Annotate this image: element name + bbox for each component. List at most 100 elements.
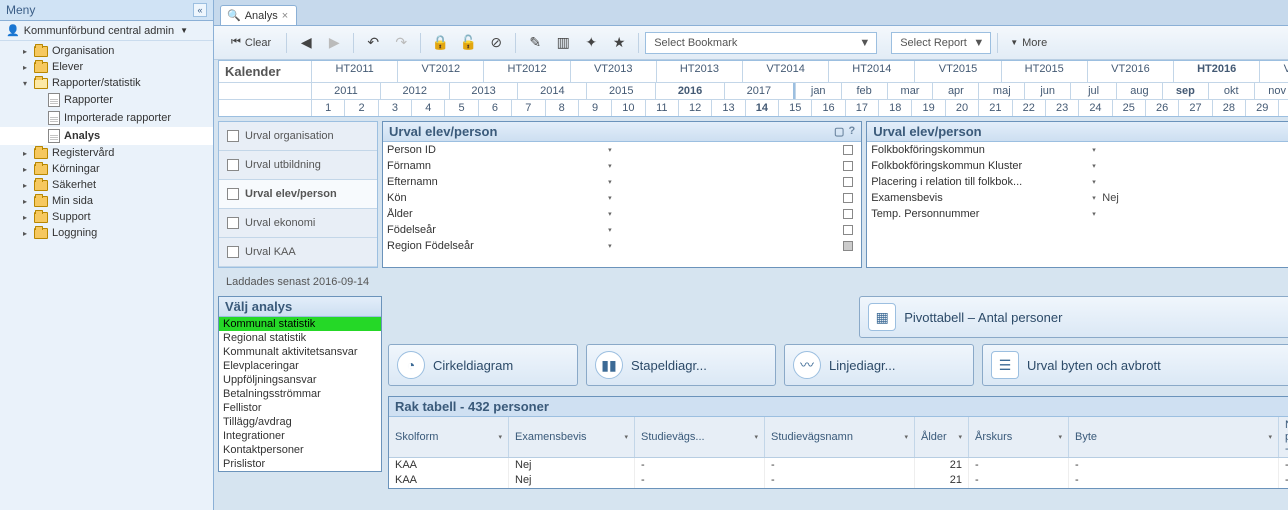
- urval-field-row[interactable]: Person ID▾: [383, 142, 861, 158]
- day-cell[interactable]: 20: [945, 100, 978, 116]
- year-cell[interactable]: 2017: [724, 83, 793, 99]
- pie-chart-button[interactable]: ◔ Cirkeldiagram: [388, 344, 578, 386]
- day-cell[interactable]: 28: [1212, 100, 1245, 116]
- table-header[interactable]: Nationellt program - e▾: [1279, 417, 1288, 457]
- analys-item[interactable]: Kommunalt aktivitetsansvar: [219, 345, 381, 359]
- sidebar-item-organisation[interactable]: ▸Organisation: [0, 43, 213, 59]
- day-cell[interactable]: 7: [511, 100, 544, 116]
- table-header[interactable]: Examensbevis▾: [509, 417, 635, 457]
- prev-button[interactable]: ◀: [293, 31, 319, 55]
- analys-item[interactable]: Integrationer: [219, 429, 381, 443]
- table-header[interactable]: Studievägsnamn▾: [765, 417, 915, 457]
- urval-category-button[interactable]: Urval elev/person: [219, 180, 377, 209]
- table-row[interactable]: KAANej--21---: [389, 473, 1288, 488]
- urval-field-row[interactable]: Placering i relation till folkbok...▾: [867, 174, 1288, 190]
- day-cell[interactable]: 25: [1112, 100, 1145, 116]
- checkbox[interactable]: [843, 225, 853, 235]
- sidebar-item-min-sida[interactable]: ▸Min sida: [0, 193, 213, 209]
- month-cell[interactable]: aug: [1116, 83, 1162, 99]
- urval-field-row[interactable]: Folkbokföringskommun Kluster▾: [867, 158, 1288, 174]
- urval-category-button[interactable]: Urval utbildning: [219, 151, 377, 180]
- day-cell[interactable]: 5: [444, 100, 477, 116]
- bar-chart-button[interactable]: ▮▮ Stapeldiagr...: [586, 344, 776, 386]
- month-cell[interactable]: mar: [887, 83, 933, 99]
- term-cell[interactable]: VT2013: [570, 61, 656, 82]
- more-button[interactable]: ▼ More: [1004, 37, 1053, 49]
- analys-item[interactable]: Tillägg/avdrag: [219, 415, 381, 429]
- day-cell[interactable]: 21: [978, 100, 1011, 116]
- urval-field-row[interactable]: Examensbevis▾Nej: [867, 190, 1288, 206]
- day-cell[interactable]: 18: [878, 100, 911, 116]
- day-cell[interactable]: 11: [645, 100, 678, 116]
- day-cell[interactable]: 15: [778, 100, 811, 116]
- sidebar-item-rapporter-statistik[interactable]: ▾Rapporter/statistik: [0, 75, 213, 91]
- day-cell[interactable]: 29: [1245, 100, 1278, 116]
- analys-item[interactable]: Prislistor: [219, 457, 381, 471]
- day-cell[interactable]: 2: [344, 100, 377, 116]
- day-cell[interactable]: 10: [611, 100, 644, 116]
- sidebar-item-support[interactable]: ▸Support: [0, 209, 213, 225]
- year-cell[interactable]: 2016: [655, 83, 724, 99]
- analys-item[interactable]: Fellistor: [219, 401, 381, 415]
- day-cell[interactable]: 17: [845, 100, 878, 116]
- admin-selector[interactable]: 👤 Kommunförbund central admin ▼: [0, 21, 213, 41]
- term-cell[interactable]: VT2012: [397, 61, 483, 82]
- month-cell[interactable]: jan: [795, 83, 841, 99]
- check-button[interactable]: ⊘: [483, 31, 509, 55]
- term-cell[interactable]: HT2016: [1173, 61, 1259, 82]
- close-icon[interactable]: ×: [282, 10, 288, 22]
- term-cell[interactable]: VT2014: [742, 61, 828, 82]
- sidebar-item-k-rningar[interactable]: ▸Körningar: [0, 161, 213, 177]
- day-cell[interactable]: 6: [478, 100, 511, 116]
- month-cell[interactable]: jun: [1024, 83, 1070, 99]
- urval-category-button[interactable]: Urval ekonomi: [219, 209, 377, 238]
- checkbox[interactable]: [843, 193, 853, 203]
- checkbox[interactable]: [843, 145, 853, 155]
- undo-button[interactable]: ↶: [360, 31, 386, 55]
- term-cell[interactable]: HT2012: [483, 61, 569, 82]
- sidebar-collapse-button[interactable]: «: [193, 3, 207, 17]
- urval-field-row[interactable]: Region Födelseår▾: [383, 238, 861, 254]
- urval-field-row[interactable]: Kön▾: [383, 190, 861, 206]
- urval-field-row[interactable]: Temp. Personnummer▾: [867, 206, 1288, 222]
- day-cell[interactable]: 3: [378, 100, 411, 116]
- year-cell[interactable]: 2014: [517, 83, 586, 99]
- year-cell[interactable]: 2015: [586, 83, 655, 99]
- bookmark-select[interactable]: Select Bookmark ▼: [645, 32, 877, 54]
- urval-field-row[interactable]: Folkbokföringskommun▾: [867, 142, 1288, 158]
- checkbox[interactable]: [843, 209, 853, 219]
- urval-byten-button[interactable]: ☰ Urval byten och avbrott: [982, 344, 1288, 386]
- pivot-button[interactable]: ▦ Pivottabell – Antal personer: [859, 296, 1288, 338]
- chart-button[interactable]: ▥: [550, 31, 576, 55]
- urval-category-button[interactable]: Urval KAA: [219, 238, 377, 267]
- day-cell[interactable]: 24: [1078, 100, 1111, 116]
- month-cell[interactable]: feb: [841, 83, 887, 99]
- term-cell[interactable]: VT2015: [914, 61, 1000, 82]
- day-cell[interactable]: 8: [545, 100, 578, 116]
- urval-field-row[interactable]: Förnamn▾: [383, 158, 861, 174]
- day-cell[interactable]: 14: [745, 100, 778, 116]
- day-cell[interactable]: 22: [1012, 100, 1045, 116]
- urval-category-button[interactable]: Urval organisation: [219, 122, 377, 151]
- table-header[interactable]: Studievägs...▾: [635, 417, 765, 457]
- month-cell[interactable]: apr: [932, 83, 978, 99]
- urval-field-row[interactable]: Födelseår▾: [383, 222, 861, 238]
- analys-item[interactable]: Betalningsströmmar: [219, 387, 381, 401]
- bookmark-button[interactable]: ★: [606, 31, 632, 55]
- urval-field-row[interactable]: Ålder▾: [383, 206, 861, 222]
- sidebar-item-registerv-rd[interactable]: ▸Registervård: [0, 145, 213, 161]
- sidebar-item-importerade-rapporter[interactable]: Importerade rapporter: [0, 109, 213, 127]
- checkbox[interactable]: [843, 241, 853, 251]
- table-header[interactable]: Skolform▾: [389, 417, 509, 457]
- report-select[interactable]: Select Report ▼: [891, 32, 991, 54]
- day-cell[interactable]: 9: [578, 100, 611, 116]
- year-cell[interactable]: 2013: [449, 83, 518, 99]
- sidebar-item-rapporter[interactable]: Rapporter: [0, 91, 213, 109]
- day-cell[interactable]: 16: [811, 100, 844, 116]
- checkbox[interactable]: [843, 161, 853, 171]
- table-header[interactable]: Ålder▾: [915, 417, 969, 457]
- month-cell[interactable]: okt: [1208, 83, 1254, 99]
- day-cell[interactable]: 4: [411, 100, 444, 116]
- line-chart-button[interactable]: 〰 Linjediagr...: [784, 344, 974, 386]
- analys-item[interactable]: Uppföljningsansvar: [219, 373, 381, 387]
